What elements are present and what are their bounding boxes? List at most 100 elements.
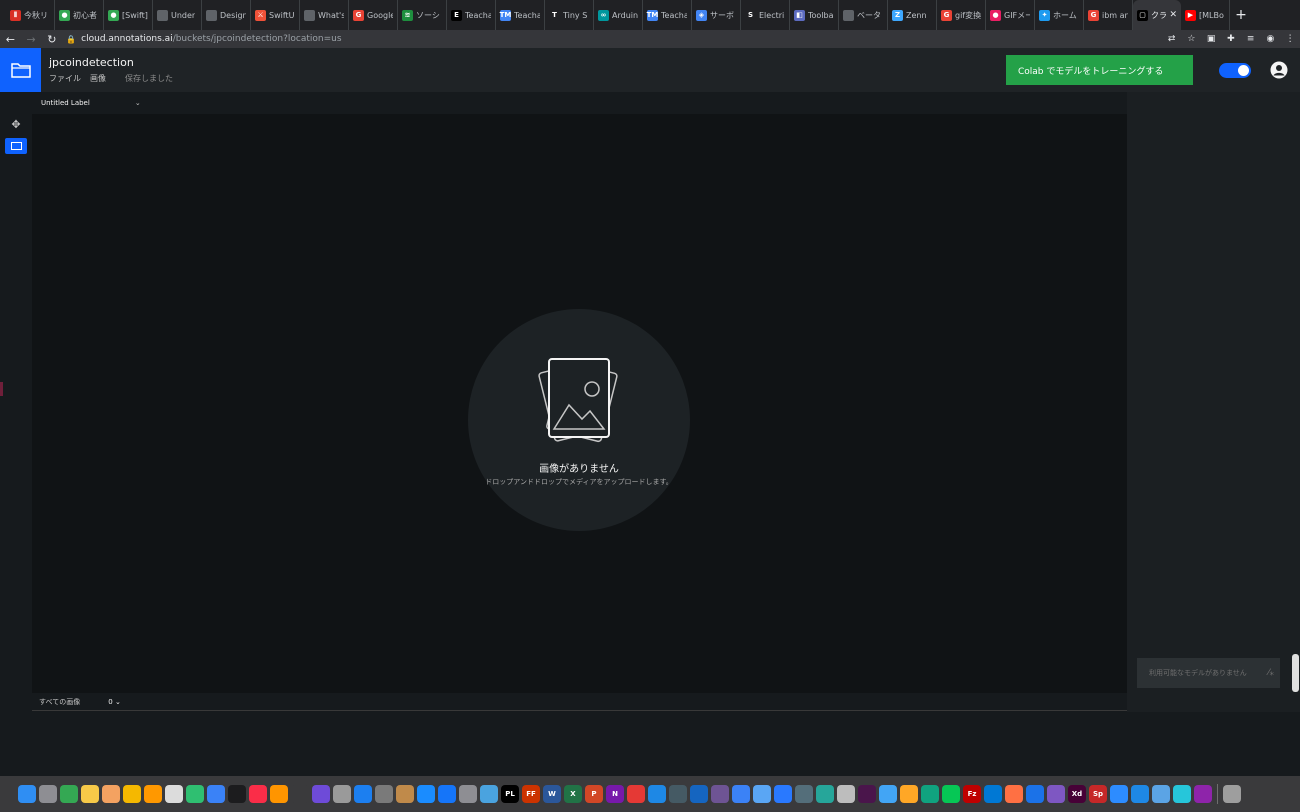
chrome-icon[interactable] [60,785,78,803]
bounding-box-tool-icon[interactable] [5,138,27,154]
globe2-icon[interactable] [879,785,897,803]
sketch-icon[interactable] [753,785,771,803]
browser-tab[interactable]: Z Zenn [888,0,937,30]
stack-icon[interactable] [1194,785,1212,803]
github-icon[interactable] [711,785,729,803]
video-icon[interactable] [291,785,309,803]
browser-tab[interactable]: ベータ [839,0,888,30]
fold-icon[interactable] [1005,785,1023,803]
puzzle-extensions-icon[interactable]: ✚ [1221,34,1241,44]
browser-tab[interactable]: Ggif変換 [937,0,986,30]
translate-icon[interactable]: ⇄ [1162,34,1182,44]
browser-tab[interactable]: ▶ [MLBo [1181,0,1230,30]
safari2-icon[interactable] [1131,785,1149,803]
move-tool-icon[interactable]: ✥ [8,118,24,132]
address-bar[interactable]: 🔒 cloud.annotations.ai/buckets/jpcoindet… [66,31,1162,47]
browser-tab[interactable]: ◈ サーボ [692,0,741,30]
lightbulb-icon[interactable] [123,785,141,803]
open-folder-button[interactable] [0,48,41,92]
browser-tab[interactable]: Under [153,0,202,30]
browser-tab[interactable]: ✦ ホーム [1035,0,1084,30]
browser-tab[interactable]: ⚔ SwiftU [251,0,300,30]
star-icon[interactable] [627,785,645,803]
browser-tab[interactable]: What's [300,0,349,30]
image-count-dropdown[interactable]: 0 ⌄ [108,698,121,706]
network-icon[interactable] [480,785,498,803]
theme-toggle[interactable] [1219,63,1251,78]
browser-tab[interactable]: S Electri [741,0,790,30]
globe3-icon[interactable] [1173,785,1191,803]
photos-icon[interactable] [102,785,120,803]
browser-tab[interactable]: ◧ Toolba [790,0,839,30]
scrollbar-thumb[interactable] [1292,654,1299,692]
swift-play-icon[interactable] [732,785,750,803]
pl-icon[interactable]: PL [501,785,519,803]
menu-images[interactable]: 画像 [90,73,106,84]
browser-tab[interactable]: ● 初心者 [55,0,104,30]
browser-tab[interactable]: G Google [349,0,398,30]
raccoon-icon[interactable] [375,785,393,803]
xd-icon[interactable]: Xd [1068,785,1086,803]
browser-tab[interactable]: ● [Swift] [104,0,153,30]
train-in-colab-button[interactable]: Colab でモデルをトレーニングする [1006,55,1193,85]
label-dropdown[interactable]: Untitled Label ⌄ [41,99,141,107]
browser-tab[interactable]: ≋ ソーシ [398,0,447,30]
slack-icon[interactable] [858,785,876,803]
settings-icon[interactable] [459,785,477,803]
affinity2-icon[interactable] [1047,785,1065,803]
annotation-canvas[interactable]: 画像がありません ドロップアンドドロップでメディアをアップロードします。 [32,114,1127,693]
fcp-icon[interactable] [312,785,330,803]
excel-icon[interactable]: X [564,785,582,803]
sourcetree-icon[interactable] [816,785,834,803]
browser-tab[interactable]: TM Teacha [496,0,545,30]
back-arrow-icon[interactable]: ← [0,33,21,46]
trash-icon[interactable] [1223,785,1241,803]
profile-avatar-icon[interactable]: ◉ [1261,34,1281,44]
maps-icon[interactable] [690,785,708,803]
model-selector[interactable]: 利用可能なモデルがありません ⁄⁎ [1137,658,1280,688]
onenote-icon[interactable]: N [606,785,624,803]
appstore-icon[interactable] [417,785,435,803]
browser-tab[interactable]: Design [202,0,251,30]
bookmark-star-icon[interactable]: ☆ [1182,34,1202,44]
network2-icon[interactable] [795,785,813,803]
browser-tab[interactable]: T Tiny S [545,0,594,30]
books-icon[interactable] [270,785,288,803]
new-tab-icon[interactable]: + [1230,0,1252,30]
music-icon[interactable] [249,785,267,803]
chatgpt-icon[interactable] [921,785,939,803]
close-tab-icon[interactable]: ✕ [1169,10,1177,20]
speedpro-icon[interactable]: Sp [1089,785,1107,803]
keynote-icon[interactable] [207,785,225,803]
reload-icon[interactable]: ↻ [41,33,62,46]
zoom-icon[interactable] [1110,785,1128,803]
ff-icon[interactable]: FF [522,785,540,803]
xcode-blue-icon[interactable] [438,785,456,803]
browser-menu-icon[interactable]: ⋮ [1280,34,1300,44]
browser-tab[interactable]: TM Teacha [643,0,692,30]
numbers-icon[interactable] [186,785,204,803]
browser-tab[interactable]: ●GIFメー [986,0,1035,30]
upload-icon[interactable] [774,785,792,803]
archive-icon[interactable] [396,785,414,803]
notes-icon[interactable] [81,785,99,803]
browser-tab[interactable]: ∞ Arduin [594,0,643,30]
affinity-icon[interactable] [1026,785,1044,803]
reading-list-icon[interactable]: ≡ [1241,34,1261,44]
browser-tab[interactable]: E Teacha [447,0,496,30]
powerpoint-icon[interactable]: P [585,785,603,803]
forward-arrow-icon[interactable]: → [21,33,42,46]
safari-icon[interactable] [648,785,666,803]
user-account-icon[interactable] [1270,61,1288,79]
window-icon[interactable] [984,785,1002,803]
extension-square-icon[interactable]: ▣ [1201,34,1221,44]
folder-icon[interactable] [1152,785,1170,803]
filter-all-images[interactable]: すべての画像 [39,697,80,707]
preview-icon[interactable] [333,785,351,803]
xcode-icon[interactable] [354,785,372,803]
browser-tab[interactable]: Gibm an [1084,0,1133,30]
finder-icon[interactable] [18,785,36,803]
terminal-icon[interactable] [228,785,246,803]
filezilla-icon[interactable]: Fz [963,785,981,803]
menu-file[interactable]: ファイル [49,73,81,84]
